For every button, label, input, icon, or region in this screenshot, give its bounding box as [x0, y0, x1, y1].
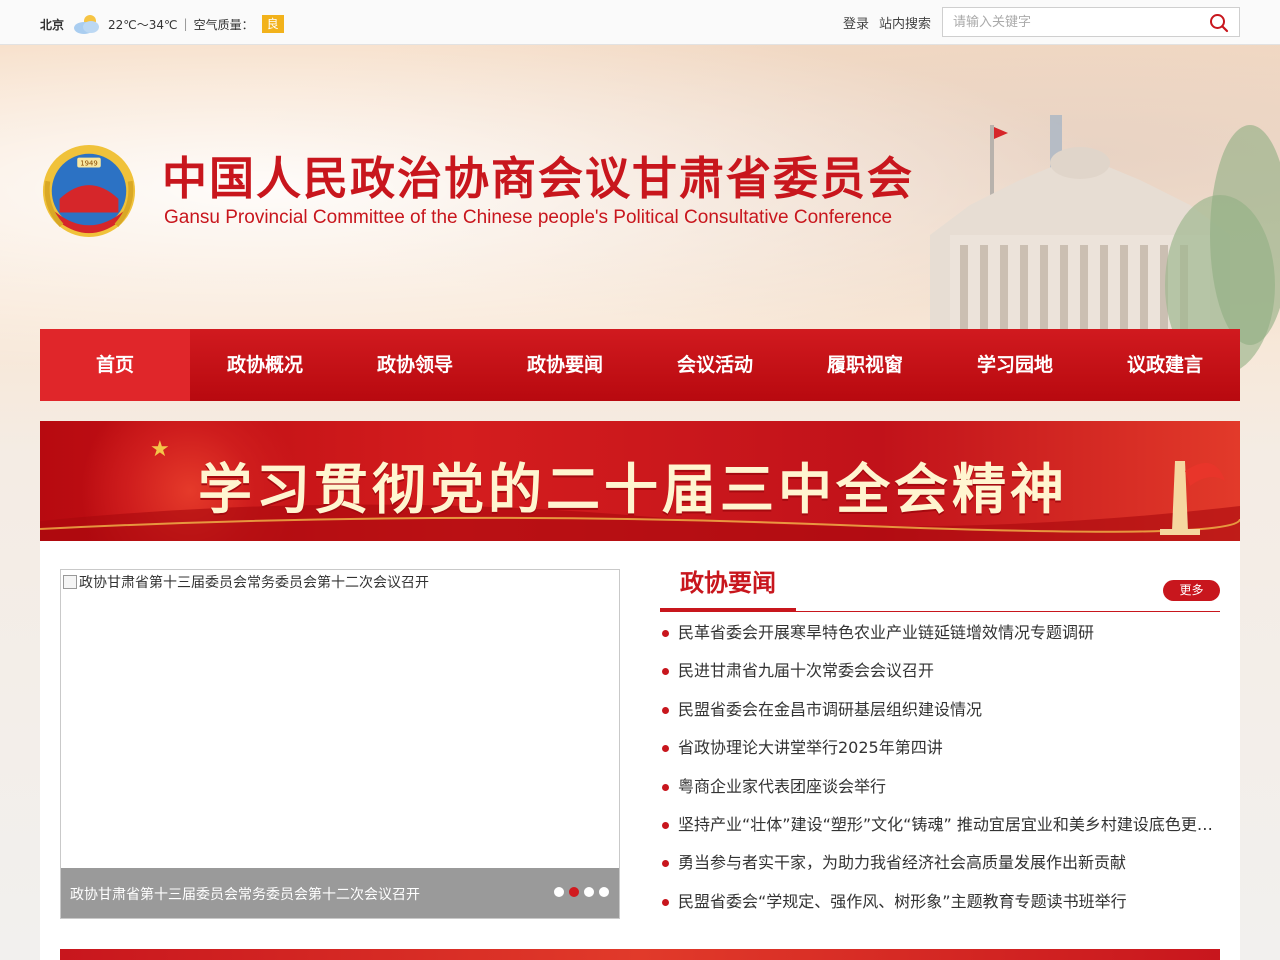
news-item[interactable]: 民进甘肃省九届十次常委会会议召开: [660, 652, 1220, 690]
nav-item-learning[interactable]: 学习园地: [940, 329, 1090, 401]
slider-dot-3[interactable]: [584, 887, 594, 897]
nav-item-home[interactable]: 首页: [40, 329, 190, 401]
site-title: 中国人民政治协商会议甘肃省委员会: [162, 152, 915, 205]
news-header: 政协要闻 更多: [660, 563, 1220, 612]
nav-item-proposals[interactable]: 议政建言: [1090, 329, 1240, 401]
news-item[interactable]: 坚持产业“壮体”建设“塑形”文化“铸魂” 推动宜居宜业和美乡村建设底色更亮成色更…: [660, 806, 1220, 844]
news-list: 民革省委会开展寒旱特色农业产业链延链增效情况专题调研 民进甘肃省九届十次常委会会…: [660, 614, 1220, 921]
site-search-label: 站内搜索: [879, 17, 932, 32]
air-quality-label: 空气质量：: [193, 17, 254, 32]
monument-icon: [1160, 461, 1225, 535]
partly-cloudy-icon: [74, 15, 100, 34]
nav-item-duties[interactable]: 履职视窗: [790, 329, 940, 401]
weather-temperature: 22℃～34℃: [108, 17, 178, 32]
nav-item-leadership[interactable]: 政协领导: [340, 329, 490, 401]
slider-dot-1[interactable]: [554, 887, 564, 897]
top-bar: 北京 22℃～34℃ | 空气质量： 良 登录 站内搜索: [0, 0, 1280, 45]
top-links: 登录 站内搜索: [843, 13, 931, 32]
slide-image-alt: 政协甘肃省第十三届委员会常务委员会第十二次会议召开: [63, 572, 429, 592]
slide-caption-bar: 政协甘肃省第十三届委员会常务委员会第十二次会议召开: [61, 868, 619, 918]
bottom-banner-strip: [60, 949, 1220, 960]
slider-dot-2[interactable]: [569, 887, 579, 897]
news-title: 政协要闻: [660, 563, 796, 611]
search-box: [942, 7, 1240, 37]
main-navigation: 首页 政协概况 政协领导 政协要闻 会议活动 履职视窗 学习园地 议政建言: [40, 329, 1240, 401]
slide-caption[interactable]: 政协甘肃省第十三届委员会常务委员会第十二次会议召开: [70, 884, 420, 904]
site-subtitle: Gansu Provincial Committee of the Chines…: [164, 207, 893, 228]
slider-dot-4[interactable]: [599, 887, 609, 897]
weather-widget: 北京 22℃～34℃ | 空气质量： 良: [40, 14, 284, 34]
image-slider[interactable]: 政协甘肃省第十三届委员会常务委员会第十二次会议召开 政协甘肃省第十三届委员会常务…: [60, 569, 620, 919]
search-icon[interactable]: [1209, 13, 1229, 33]
search-input[interactable]: [943, 8, 1193, 36]
news-item[interactable]: 省政协理论大讲堂举行2025年第四讲: [660, 729, 1220, 767]
news-item[interactable]: 粤商企业家代表团座谈会举行: [660, 768, 1220, 806]
emblem-year: 1949: [80, 160, 97, 168]
promo-banner[interactable]: ★ 学习贯彻党的二十届三中全会精神: [40, 421, 1240, 541]
cppcc-emblem-logo: 1949: [42, 144, 136, 238]
nav-item-meetings[interactable]: 会议活动: [640, 329, 790, 401]
news-item[interactable]: 民盟省委会“学规定、强作风、树形象”主题教育专题读书班举行: [660, 883, 1220, 921]
content-panel: 政协甘肃省第十三届委员会常务委员会第十二次会议召开 政协甘肃省第十三届委员会常务…: [40, 541, 1240, 960]
promo-text: 学习贯彻党的二十届三中全会精神: [198, 457, 1068, 521]
air-quality-badge: 良: [261, 15, 284, 33]
login-link[interactable]: 登录: [843, 13, 869, 32]
nav-item-overview[interactable]: 政协概况: [190, 329, 340, 401]
news-section: 政协要闻 更多 民革省委会开展寒旱特色农业产业链延链增效情况专题调研 民进甘肃省…: [660, 563, 1220, 921]
slider-dots: [554, 887, 609, 897]
slide-image-alt-text: 政协甘肃省第十三届委员会常务委员会第十二次会议召开: [79, 575, 429, 591]
star-icon: ★: [150, 437, 170, 462]
news-item[interactable]: 民革省委会开展寒旱特色农业产业链延链增效情况专题调研: [660, 614, 1220, 652]
broken-image-icon: [63, 575, 77, 589]
weather-city: 北京: [40, 17, 65, 32]
nav-item-news[interactable]: 政协要闻: [490, 329, 640, 401]
more-button[interactable]: 更多: [1163, 580, 1220, 601]
news-item[interactable]: 民盟省委会在金昌市调研基层组织建设情况: [660, 691, 1220, 729]
weather-separator: |: [183, 17, 188, 31]
news-item[interactable]: 勇当参与者实干家，为助力我省经济社会高质量发展作出新贡献: [660, 844, 1220, 882]
